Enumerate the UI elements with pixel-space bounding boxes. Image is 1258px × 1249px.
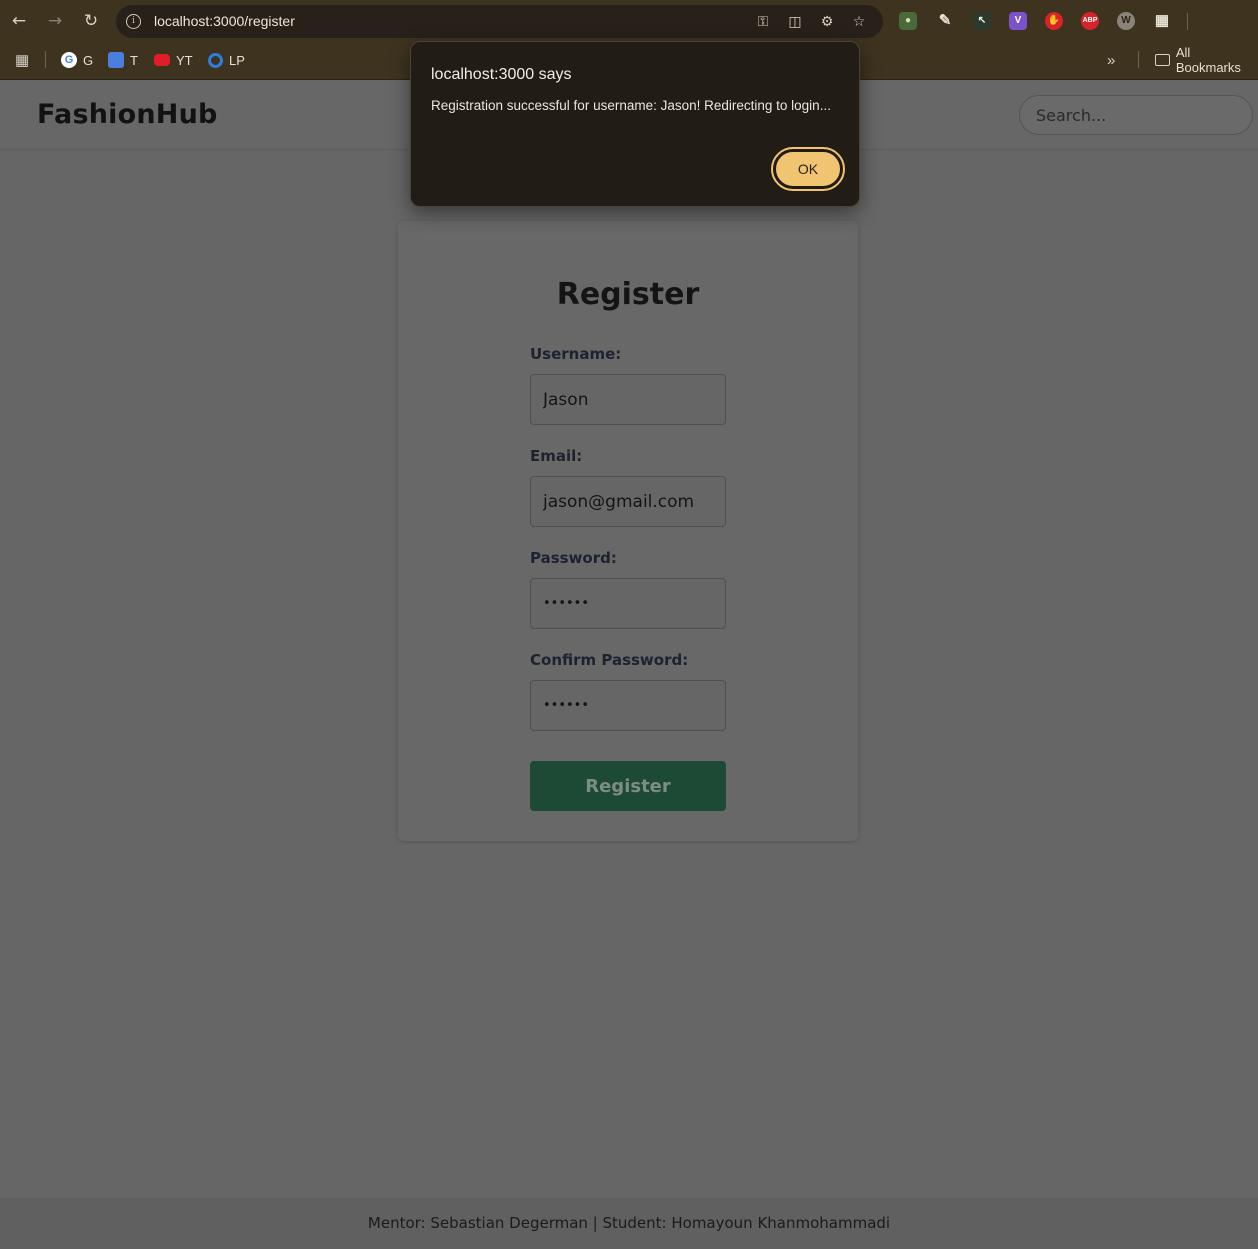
bookmark-label: T bbox=[130, 52, 138, 68]
apps-icon[interactable]: ▦ bbox=[15, 51, 29, 69]
bookmark-divider bbox=[45, 51, 46, 68]
toolbar-divider bbox=[1187, 13, 1188, 30]
cursor-icon[interactable]: ↖ bbox=[973, 12, 991, 30]
password-field[interactable] bbox=[530, 578, 726, 629]
bookmark-yt[interactable]: YT bbox=[154, 51, 193, 69]
address-bar[interactable]: i localhost:3000/register ⚿ ◫ ⚙ ☆ bbox=[116, 5, 883, 38]
register-button[interactable]: Register bbox=[530, 761, 726, 811]
confirm-password-label: Confirm Password: bbox=[530, 651, 689, 669]
bookmark-label: YT bbox=[176, 52, 193, 68]
folder-icon bbox=[1155, 54, 1170, 66]
footer: Mentor: Sebastian Degerman | Student: Ho… bbox=[0, 1198, 1258, 1249]
google-icon: G bbox=[61, 52, 77, 68]
translate-icon[interactable]: ⚙ bbox=[818, 13, 836, 31]
alert-dialog: localhost:3000 says Registration success… bbox=[410, 41, 860, 207]
hand-icon[interactable]: ✋ bbox=[1045, 12, 1063, 30]
youtube-icon bbox=[154, 54, 170, 66]
bookmark-label: LP bbox=[229, 52, 245, 68]
bookmark-t[interactable]: T bbox=[108, 51, 138, 69]
install-app-icon[interactable]: ◫ bbox=[786, 13, 804, 31]
site-logo[interactable]: FashionHub bbox=[37, 99, 218, 130]
all-bookmarks[interactable]: All Bookmarks bbox=[1155, 45, 1258, 75]
adblock-icon[interactable]: ABP bbox=[1081, 12, 1099, 30]
eyedropper-icon[interactable]: ✎ bbox=[936, 12, 954, 30]
email-field[interactable] bbox=[530, 476, 726, 527]
ok-button[interactable]: OK bbox=[771, 147, 845, 191]
site-info-icon[interactable]: i bbox=[126, 14, 141, 29]
bookmark-g[interactable]: G G bbox=[61, 51, 93, 69]
more-bookmarks-icon[interactable]: » bbox=[1107, 51, 1115, 69]
username-field[interactable] bbox=[530, 374, 726, 425]
key-icon[interactable]: ⚿ bbox=[754, 13, 772, 31]
node-js-icon[interactable]: ● bbox=[899, 12, 917, 30]
puzzle-icon[interactable]: ▦ bbox=[1153, 12, 1171, 30]
url-text[interactable]: localhost:3000/register bbox=[154, 13, 295, 29]
star-icon[interactable]: ☆ bbox=[850, 13, 868, 31]
bookmark-divider bbox=[1138, 51, 1139, 68]
dialog-message: Registration successful for username: Ja… bbox=[431, 98, 831, 113]
email-label: Email: bbox=[530, 447, 583, 465]
browser-toolbar: ← → ↻ i localhost:3000/register ⚿ ◫ ⚙ ☆ … bbox=[0, 0, 1258, 44]
confirm-password-field[interactable] bbox=[530, 680, 726, 731]
reload-icon[interactable]: ↻ bbox=[80, 10, 102, 32]
back-icon[interactable]: ← bbox=[8, 10, 30, 32]
v-extension-icon[interactable]: V bbox=[1009, 12, 1027, 30]
bookmark-lp[interactable]: LP bbox=[208, 51, 245, 69]
dialog-title: localhost:3000 says bbox=[431, 66, 572, 83]
page-title: Register bbox=[556, 277, 700, 312]
username-label: Username: bbox=[530, 345, 622, 363]
forward-icon[interactable]: → bbox=[44, 10, 66, 32]
password-label: Password: bbox=[530, 549, 617, 567]
register-card: Register Username: Email: Password: Conf… bbox=[398, 221, 858, 841]
bookmark-label: G bbox=[83, 52, 94, 68]
search-input[interactable] bbox=[1019, 95, 1253, 135]
translate-icon bbox=[108, 52, 124, 68]
circle-icon bbox=[208, 52, 223, 68]
all-bookmarks-label: All Bookmarks bbox=[1175, 45, 1241, 75]
w-extension-icon[interactable]: W bbox=[1117, 12, 1135, 30]
